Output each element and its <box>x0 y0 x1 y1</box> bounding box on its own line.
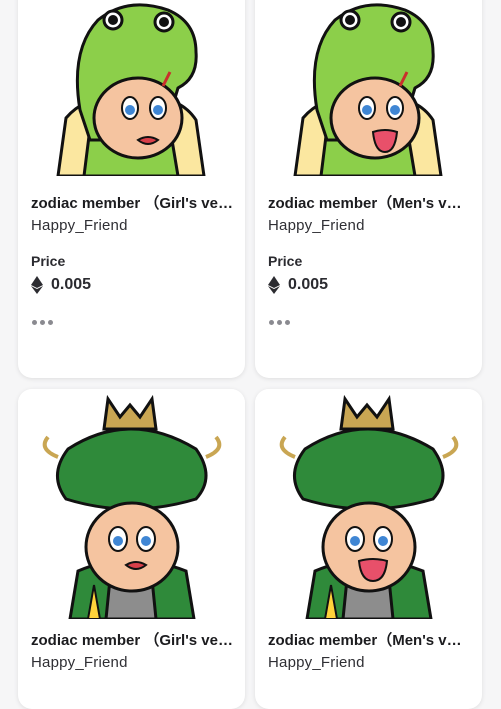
creator-name[interactable]: Happy_Friend <box>31 654 128 671</box>
frog-boy-artwork <box>293 3 443 176</box>
nft-card[interactable]: zodiac member（Men's v… Happy_Friend <box>255 389 482 709</box>
creator-name[interactable]: Happy_Friend <box>31 217 128 234</box>
price-value: 0.005 <box>288 276 329 293</box>
nft-card[interactable]: zodiac member（Men's v… Happy_Friend Pric… <box>255 0 482 378</box>
nft-image-frog-girl[interactable] <box>18 0 245 176</box>
price-label: Price <box>31 253 66 269</box>
ethereum-icon <box>31 276 43 294</box>
creator-name[interactable]: Happy_Friend <box>268 654 365 671</box>
nft-title[interactable]: zodiac member（Men's v… <box>268 629 474 650</box>
ethereum-icon <box>268 276 280 294</box>
dragon-girl-artwork <box>42 394 222 619</box>
nft-image-dragon-girl[interactable] <box>18 389 245 619</box>
price-row: 0.005 <box>31 276 91 294</box>
nft-card[interactable]: zodiac member （Girl's ve… Happy_Friend P… <box>18 0 245 378</box>
price-row: 0.005 <box>268 276 328 294</box>
nft-image-frog-boy[interactable] <box>255 0 482 176</box>
dragon-boy-artwork <box>279 394 459 619</box>
more-dots-icon[interactable] <box>32 320 53 325</box>
nft-title[interactable]: zodiac member （Girl's ve… <box>31 192 237 213</box>
frog-girl-artwork <box>56 3 206 176</box>
price-label: Price <box>268 253 303 269</box>
more-dots-icon[interactable] <box>269 320 290 325</box>
price-value: 0.005 <box>51 276 92 293</box>
nft-title[interactable]: zodiac member（Men's v… <box>268 192 474 213</box>
nft-title[interactable]: zodiac member （Girl's ve… <box>31 629 237 650</box>
nft-image-dragon-boy[interactable] <box>255 389 482 619</box>
nft-card[interactable]: zodiac member （Girl's ve… Happy_Friend <box>18 389 245 709</box>
creator-name[interactable]: Happy_Friend <box>268 217 365 234</box>
